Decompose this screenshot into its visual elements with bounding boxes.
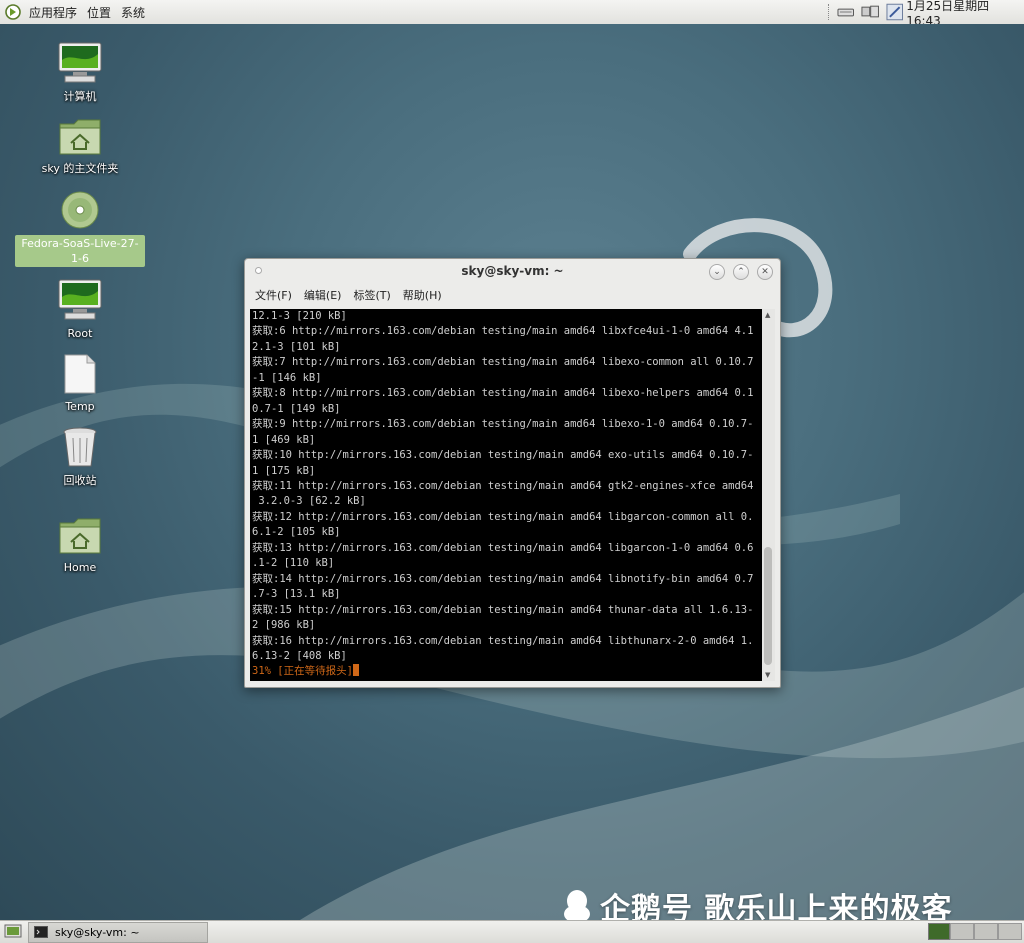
terminal-line: .7-3 [13.1 kB] bbox=[252, 588, 341, 601]
terminal-line: 获取:7 http://mirrors.163.com/debian testi… bbox=[252, 356, 754, 369]
terminal-line: 获取:6 http://mirrors.163.com/debian testi… bbox=[252, 325, 754, 338]
menu-file[interactable]: 文件(F) bbox=[249, 286, 298, 306]
terminal-line: 获取:11 http://mirrors.163.com/debian test… bbox=[252, 479, 754, 492]
desktop-icon-trash[interactable]: 回收站 bbox=[15, 426, 145, 488]
workspace-switcher[interactable] bbox=[928, 923, 1022, 940]
desktop-icon-label: Home bbox=[63, 561, 97, 574]
desktop-icon-root[interactable]: Root bbox=[15, 279, 145, 341]
computer-icon bbox=[58, 42, 102, 83]
terminal-line: 获取:13 http://mirrors.163.com/debian test… bbox=[252, 541, 754, 554]
menu-places[interactable]: 位置 bbox=[82, 4, 116, 21]
text-cursor bbox=[352, 664, 359, 677]
terminal-line: 12.1-3 [210 kB] bbox=[252, 310, 347, 322]
keyboard-icon[interactable] bbox=[837, 5, 854, 19]
terminal-status-line: 31% [正在等待报头] bbox=[250, 664, 762, 679]
terminal-menubar: 文件(F) 编辑(E) 标签(T) 帮助(H) bbox=[249, 286, 448, 306]
terminal-line: 获取:8 http://mirrors.163.com/debian testi… bbox=[252, 387, 754, 400]
terminal-line: .1-2 [110 kB] bbox=[252, 557, 335, 570]
menu-help[interactable]: 帮助(H) bbox=[397, 286, 448, 306]
workspace-2[interactable] bbox=[950, 923, 974, 940]
terminal-window[interactable]: sky@sky-vm: ~ ⌄ ⌃ ✕ 文件(F) 编辑(E) 标签(T) 帮助… bbox=[244, 258, 781, 688]
terminal-line: -1 [146 kB] bbox=[252, 371, 322, 384]
optical-disc-icon bbox=[61, 191, 99, 229]
menu-system[interactable]: 系统 bbox=[116, 4, 150, 21]
terminal-output[interactable]: 12.1-3 [210 kB] 获取:6 http://mirrors.163.c… bbox=[250, 309, 762, 681]
computer-icon bbox=[58, 279, 102, 320]
bottom-panel: sky@sky-vm: ~ bbox=[0, 920, 1024, 943]
desktop-icon-label: 计算机 bbox=[63, 90, 97, 103]
terminal-lines: 12.1-3 [210 kB] 获取:6 http://mirrors.163.c… bbox=[250, 309, 762, 664]
penguin-logo-icon bbox=[564, 890, 590, 923]
menu-tabs[interactable]: 标签(T) bbox=[347, 286, 396, 306]
desktop-icon-label: sky 的主文件夹 bbox=[41, 162, 119, 175]
close-button[interactable]: ✕ bbox=[757, 264, 773, 280]
workspace-4[interactable] bbox=[998, 923, 1022, 940]
terminal-line: 获取:12 http://mirrors.163.com/debian test… bbox=[252, 510, 754, 523]
panel-separator bbox=[828, 4, 831, 20]
download-status: 31% [正在等待报头] bbox=[252, 665, 353, 678]
terminal-line: 6.1-2 [105 kB] bbox=[252, 526, 341, 539]
document-icon bbox=[64, 354, 96, 394]
menu-applications[interactable]: 应用程序 bbox=[24, 4, 82, 21]
taskbar-button-label: sky@sky-vm: ~ bbox=[55, 926, 140, 939]
workspace-1[interactable] bbox=[928, 923, 950, 940]
scrollbar[interactable]: ▲ ▼ bbox=[762, 309, 775, 681]
home-folder-icon bbox=[59, 119, 101, 155]
user-switch-icon[interactable] bbox=[886, 3, 903, 21]
top-panel: 应用程序 位置 系统 1月25日星期四 16:43 bbox=[0, 0, 1024, 28]
desktop-icon-home[interactable]: Home bbox=[15, 517, 145, 575]
trash-icon bbox=[63, 427, 97, 467]
desktop-icon-computer[interactable]: 计算机 bbox=[15, 42, 145, 104]
show-desktop-icon[interactable] bbox=[4, 924, 22, 940]
desktop-icon-home-folder[interactable]: sky 的主文件夹 bbox=[15, 118, 145, 176]
terminal-line: 2.1-3 [101 kB] bbox=[252, 340, 341, 353]
desktop-icon-label: Temp bbox=[65, 400, 95, 413]
terminal-line: 获取:16 http://mirrors.163.com/debian test… bbox=[252, 634, 754, 647]
window-title: sky@sky-vm: ~ bbox=[461, 264, 564, 278]
scrollbar-thumb[interactable] bbox=[764, 547, 772, 665]
desktop-icon-disc[interactable]: Fedora-SoaS-Live-27-1-6 bbox=[15, 190, 145, 267]
desktop-icon-temp[interactable]: Temp bbox=[15, 354, 145, 414]
terminal-icon bbox=[34, 926, 48, 938]
desktop-icon-label: Fedora-SoaS-Live-27-1-6 bbox=[15, 235, 145, 267]
scroll-up-icon[interactable]: ▲ bbox=[765, 311, 770, 319]
scroll-down-icon[interactable]: ▼ bbox=[765, 671, 770, 679]
terminal-line: 获取:9 http://mirrors.163.com/debian testi… bbox=[252, 418, 754, 431]
terminal-line: 获取:10 http://mirrors.163.com/debian test… bbox=[252, 449, 754, 462]
maximize-button[interactable]: ⌃ bbox=[733, 264, 749, 280]
home-folder-icon bbox=[59, 518, 101, 554]
terminal-line: 6.13-2 [408 kB] bbox=[252, 649, 347, 662]
terminal-line: 1 [469 kB] bbox=[252, 433, 316, 446]
desktop-icon-label: Root bbox=[67, 327, 93, 340]
terminal-line: 获取:15 http://mirrors.163.com/debian test… bbox=[252, 603, 754, 616]
mate-logo-icon[interactable] bbox=[5, 4, 21, 20]
terminal-line: 获取:14 http://mirrors.163.com/debian test… bbox=[252, 572, 754, 585]
terminal-line: 3.2.0-3 [62.2 kB] bbox=[252, 495, 366, 508]
terminal-line: 1 [175 kB] bbox=[252, 464, 316, 477]
workspace-3[interactable] bbox=[974, 923, 998, 940]
taskbar-button-terminal[interactable]: sky@sky-vm: ~ bbox=[28, 922, 208, 943]
menu-edit[interactable]: 编辑(E) bbox=[298, 286, 348, 306]
minimize-button[interactable]: ⌄ bbox=[709, 264, 725, 280]
terminal-line: 2 [986 kB] bbox=[252, 619, 316, 632]
network-icon[interactable] bbox=[860, 4, 881, 20]
desktop-icon-label: 回收站 bbox=[63, 474, 97, 487]
terminal-line: 0.7-1 [149 kB] bbox=[252, 402, 341, 415]
